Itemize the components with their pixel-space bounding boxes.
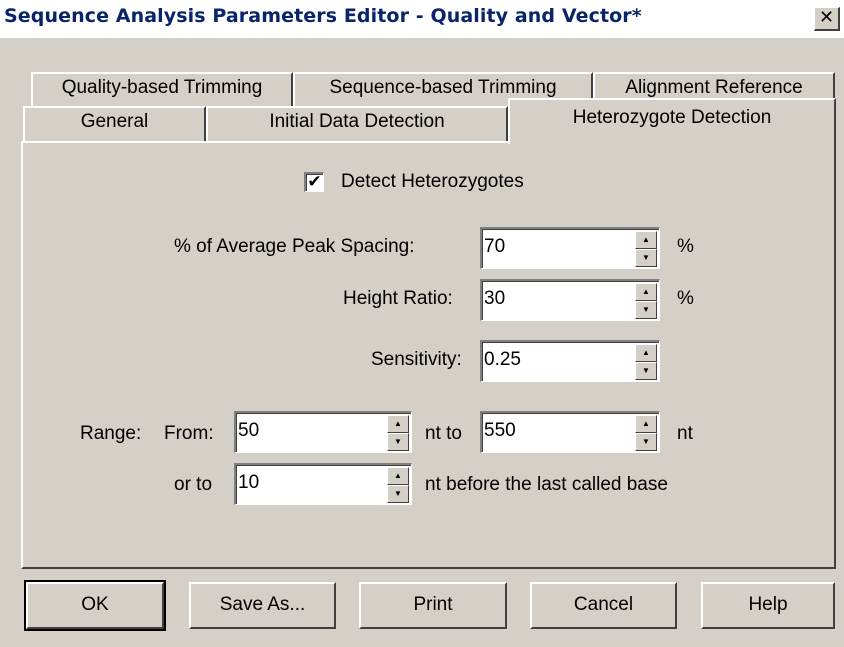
arrow-up-icon: ▲ bbox=[642, 287, 650, 296]
tab-quality-based-trimming[interactable]: Quality-based Trimming bbox=[31, 72, 293, 106]
arrow-down-icon: ▼ bbox=[642, 366, 650, 375]
tab-label: General bbox=[80, 111, 149, 132]
arrow-down-icon: ▼ bbox=[642, 305, 650, 314]
peak-spacing-spinner[interactable]: ▲ ▼ bbox=[480, 227, 660, 269]
or-to-spin-buttons: ▲ ▼ bbox=[387, 467, 409, 503]
arrow-down-icon: ▼ bbox=[394, 437, 402, 446]
help-button-label: Help bbox=[748, 594, 788, 615]
or-to-input[interactable] bbox=[238, 469, 386, 497]
help-button[interactable]: Help bbox=[701, 582, 835, 629]
range-from-spin-buttons: ▲ ▼ bbox=[387, 415, 409, 451]
range-to-input[interactable] bbox=[484, 417, 634, 445]
sequence-analysis-parameters-dialog: Sequence Analysis Parameters Editor - Qu… bbox=[0, 0, 844, 647]
spin-down-button[interactable]: ▼ bbox=[635, 362, 657, 380]
save-as-button[interactable]: Save As... bbox=[189, 582, 336, 629]
range-to-spinner[interactable]: ▲ ▼ bbox=[480, 411, 660, 453]
height-ratio-input[interactable] bbox=[484, 285, 634, 313]
arrow-down-icon: ▼ bbox=[642, 437, 650, 446]
arrow-up-icon: ▲ bbox=[394, 471, 402, 480]
close-icon: ✕ bbox=[818, 7, 835, 28]
sensitivity-input[interactable] bbox=[484, 346, 634, 374]
spin-down-button[interactable]: ▼ bbox=[635, 301, 657, 319]
print-button[interactable]: Print bbox=[359, 582, 507, 629]
spin-up-button[interactable]: ▲ bbox=[635, 283, 657, 301]
tab-label: Heterozygote Detection bbox=[572, 107, 772, 128]
save-as-button-label: Save As... bbox=[219, 594, 306, 615]
close-button[interactable]: ✕ bbox=[814, 7, 840, 31]
arrow-down-icon: ▼ bbox=[394, 489, 402, 498]
arrow-up-icon: ▲ bbox=[642, 419, 650, 428]
tab-general[interactable]: General bbox=[23, 106, 206, 142]
sensitivity-spinner[interactable]: ▲ ▼ bbox=[480, 340, 660, 382]
tab-label: Sequence-based Trimming bbox=[329, 77, 557, 98]
cancel-button-label: Cancel bbox=[573, 594, 634, 615]
sensitivity-spin-buttons: ▲ ▼ bbox=[635, 344, 657, 380]
or-to-spinner[interactable]: ▲ ▼ bbox=[234, 463, 412, 505]
title-bar[interactable]: Sequence Analysis Parameters Editor - Qu… bbox=[0, 0, 844, 38]
ok-button[interactable]: OK bbox=[24, 580, 166, 631]
spin-down-button[interactable]: ▼ bbox=[387, 433, 409, 451]
check-mark-icon: ✔ bbox=[307, 172, 322, 192]
detect-heterozygotes-checkbox[interactable]: ✔ bbox=[304, 172, 324, 192]
range-from-input[interactable] bbox=[238, 417, 386, 445]
spin-down-button[interactable]: ▼ bbox=[387, 485, 409, 503]
height-ratio-spinner[interactable]: ▲ ▼ bbox=[480, 279, 660, 321]
tab-label: Quality-based Trimming bbox=[61, 77, 263, 98]
arrow-up-icon: ▲ bbox=[394, 419, 402, 428]
range-from-spinner[interactable]: ▲ ▼ bbox=[234, 411, 412, 453]
spin-down-button[interactable]: ▼ bbox=[635, 433, 657, 451]
tab-heterozygote-detection[interactable]: Heterozygote Detection bbox=[508, 98, 836, 144]
peak-spacing-input[interactable] bbox=[484, 233, 634, 261]
spin-up-button[interactable]: ▲ bbox=[387, 467, 409, 485]
peak-spacing-spin-buttons: ▲ ▼ bbox=[635, 231, 657, 267]
height-ratio-spin-buttons: ▲ ▼ bbox=[635, 283, 657, 319]
spin-up-button[interactable]: ▲ bbox=[635, 231, 657, 249]
spin-up-button[interactable]: ▲ bbox=[635, 344, 657, 362]
spin-up-button[interactable]: ▲ bbox=[387, 415, 409, 433]
window-title: Sequence Analysis Parameters Editor - Qu… bbox=[4, 5, 642, 27]
print-button-label: Print bbox=[413, 594, 453, 615]
spin-up-button[interactable]: ▲ bbox=[635, 415, 657, 433]
arrow-down-icon: ▼ bbox=[642, 253, 650, 262]
tab-label: Alignment Reference bbox=[625, 77, 803, 98]
ok-button-label: OK bbox=[81, 594, 109, 615]
range-to-spin-buttons: ▲ ▼ bbox=[635, 415, 657, 451]
tab-initial-data-detection[interactable]: Initial Data Detection bbox=[206, 106, 508, 142]
cancel-button[interactable]: Cancel bbox=[530, 582, 677, 629]
arrow-up-icon: ▲ bbox=[642, 235, 650, 244]
spin-down-button[interactable]: ▼ bbox=[635, 249, 657, 267]
tab-label: Initial Data Detection bbox=[269, 111, 445, 132]
arrow-up-icon: ▲ bbox=[642, 348, 650, 357]
heterozygote-detection-panel bbox=[21, 141, 836, 569]
